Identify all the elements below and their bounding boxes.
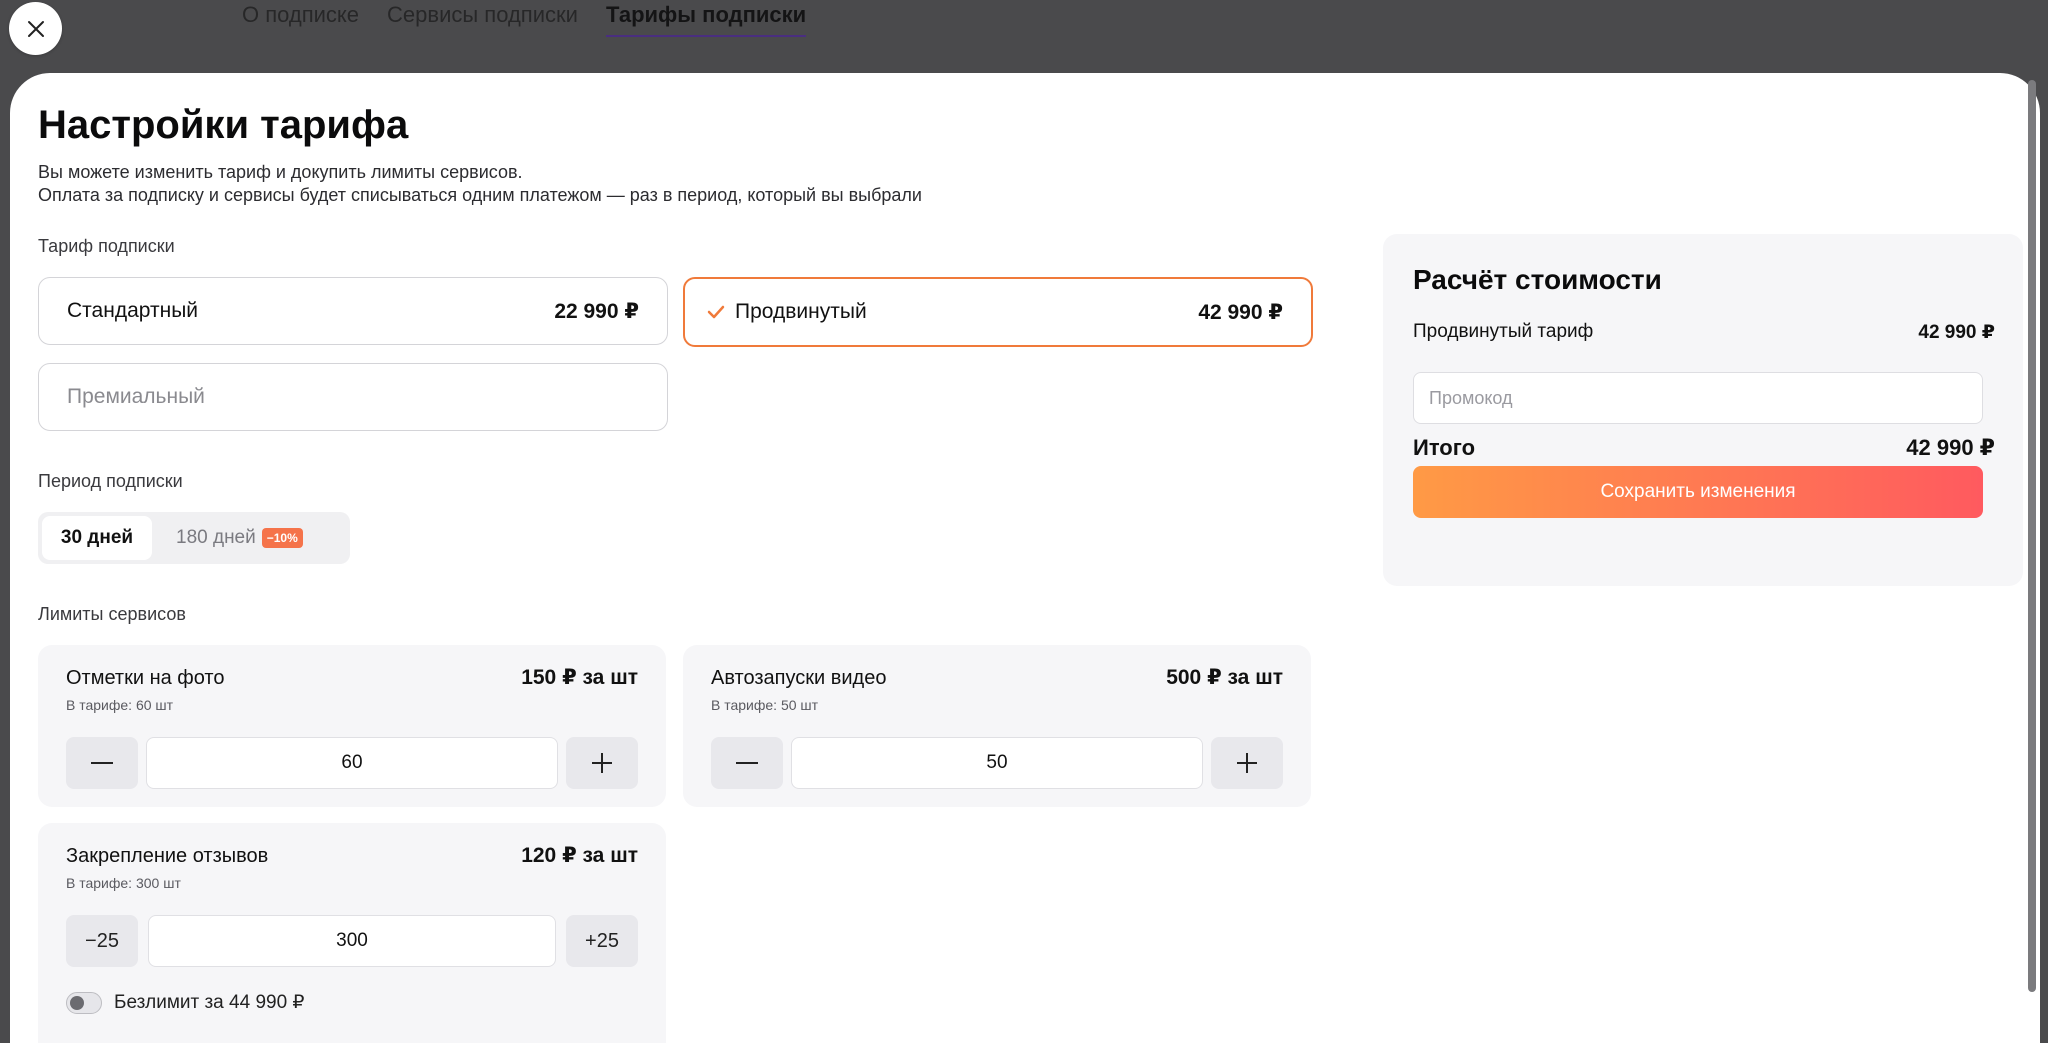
limit-title: Автозапуски видео (711, 667, 887, 689)
subtitle-line-2: Оплата за подписку и сервисы будет списы… (38, 185, 922, 205)
increment-button[interactable] (566, 737, 638, 789)
discount-badge: −10% (261, 528, 303, 548)
period-option-180-days[interactable]: 180 дней −10% (152, 516, 303, 560)
increment-25-button[interactable]: +25 (566, 915, 638, 967)
minus-icon (736, 762, 758, 764)
plus-icon (592, 753, 612, 773)
background-tabs: О подписке Сервисы подписки Тарифы подпи… (242, 0, 807, 40)
increment-button[interactable] (1211, 737, 1283, 789)
tariff-option-advanced[interactable]: Продвинутый 42 990 ₽ (683, 277, 1313, 347)
unlimited-toggle-label: Безлимит за 44 990 ₽ (114, 992, 305, 1013)
limit-card-video-autostart: Автозапуски видео 500 ₽ за шт В тарифе: … (683, 645, 1311, 807)
unlimited-toggle[interactable] (66, 991, 102, 1014)
tariff-name: Премиальный (67, 385, 205, 408)
limit-card-pinned-reviews: Закрепление отзывов 120 ₽ за шт В тарифе… (38, 823, 666, 1043)
subtitle-line-1: Вы можете изменить тариф и докупить лими… (38, 162, 523, 182)
save-changes-button[interactable]: Сохранить изменения (1413, 466, 1983, 518)
limit-price: 120 ₽ за шт (521, 844, 638, 867)
period-section-label: Период подписки (38, 471, 183, 491)
tariff-option-premium[interactable]: Премиальный (38, 363, 668, 431)
period-label: 30 дней (60, 527, 134, 548)
tab-about-subscription[interactable]: О подписке (242, 0, 359, 40)
period-selector: 30 дней 180 дней −10% (38, 512, 350, 564)
cost-calculation-panel: Расчёт стоимости Продвинутый тариф 42 99… (1383, 234, 2023, 586)
tariff-option-standard[interactable]: Стандартный 22 990 ₽ (38, 277, 668, 345)
limit-included: В тарифе: 300 шт (66, 875, 181, 891)
tariff-name: Продвинутый (735, 300, 867, 323)
tariff-section-label: Тариф подписки (38, 236, 175, 256)
decrement-button[interactable] (66, 737, 138, 789)
decrement-button[interactable] (711, 737, 783, 789)
total-label: Итого (1413, 435, 1476, 460)
cost-line-label: Продвинутый тариф (1413, 321, 1594, 342)
plus-icon (1237, 753, 1257, 773)
tab-subscription-tariffs[interactable]: Тарифы подписки (605, 0, 807, 37)
modal-subtitle: Вы можете изменить тариф и докупить лими… (38, 161, 922, 207)
total-value: 42 990 ₽ (1906, 435, 1995, 460)
quantity-input[interactable]: 50 (791, 737, 1203, 789)
quantity-input[interactable]: 60 (146, 737, 558, 789)
cost-total-row: Итого 42 990 ₽ (1413, 435, 1995, 461)
toggle-knob (70, 995, 84, 1010)
unlimited-toggle-row: Безлимит за 44 990 ₽ (66, 991, 305, 1014)
tariff-settings-modal: Настройки тарифа Вы можете изменить тари… (10, 73, 2040, 1043)
close-button[interactable] (9, 2, 62, 55)
scrollbar[interactable] (2028, 80, 2036, 992)
cost-line-value: 42 990 ₽ (1918, 322, 1995, 343)
check-icon (707, 305, 725, 319)
limit-included: В тарифе: 60 шт (66, 697, 174, 713)
close-icon (27, 20, 44, 37)
limit-included: В тарифе: 50 шт (711, 697, 819, 713)
limit-price: 150 ₽ за шт (521, 666, 638, 689)
limit-price: 500 ₽ за шт (1166, 666, 1283, 689)
tariff-price: 42 990 ₽ (1198, 300, 1283, 324)
decrement-25-button[interactable]: −25 (66, 915, 138, 967)
limits-section-label: Лимиты сервисов (38, 604, 186, 624)
period-label: 180 дней (176, 527, 256, 548)
limit-card-photo-tags: Отметки на фото 150 ₽ за шт В тарифе: 60… (38, 645, 666, 807)
limit-title: Закрепление отзывов (66, 845, 269, 867)
modal-title: Настройки тарифа (38, 103, 409, 147)
tariff-price: 22 990 ₽ (554, 299, 639, 323)
tariff-name: Стандартный (67, 299, 199, 322)
tab-subscription-services[interactable]: Сервисы подписки (387, 0, 578, 40)
cost-title: Расчёт стоимости (1413, 264, 1662, 295)
period-option-30-days[interactable]: 30 дней (42, 516, 152, 560)
minus-icon (91, 762, 113, 764)
limit-title: Отметки на фото (66, 667, 225, 689)
promo-code-input[interactable] (1413, 372, 1983, 424)
quantity-input[interactable]: 300 (148, 915, 556, 967)
cost-line-tariff: Продвинутый тариф 42 990 ₽ (1413, 321, 1995, 344)
